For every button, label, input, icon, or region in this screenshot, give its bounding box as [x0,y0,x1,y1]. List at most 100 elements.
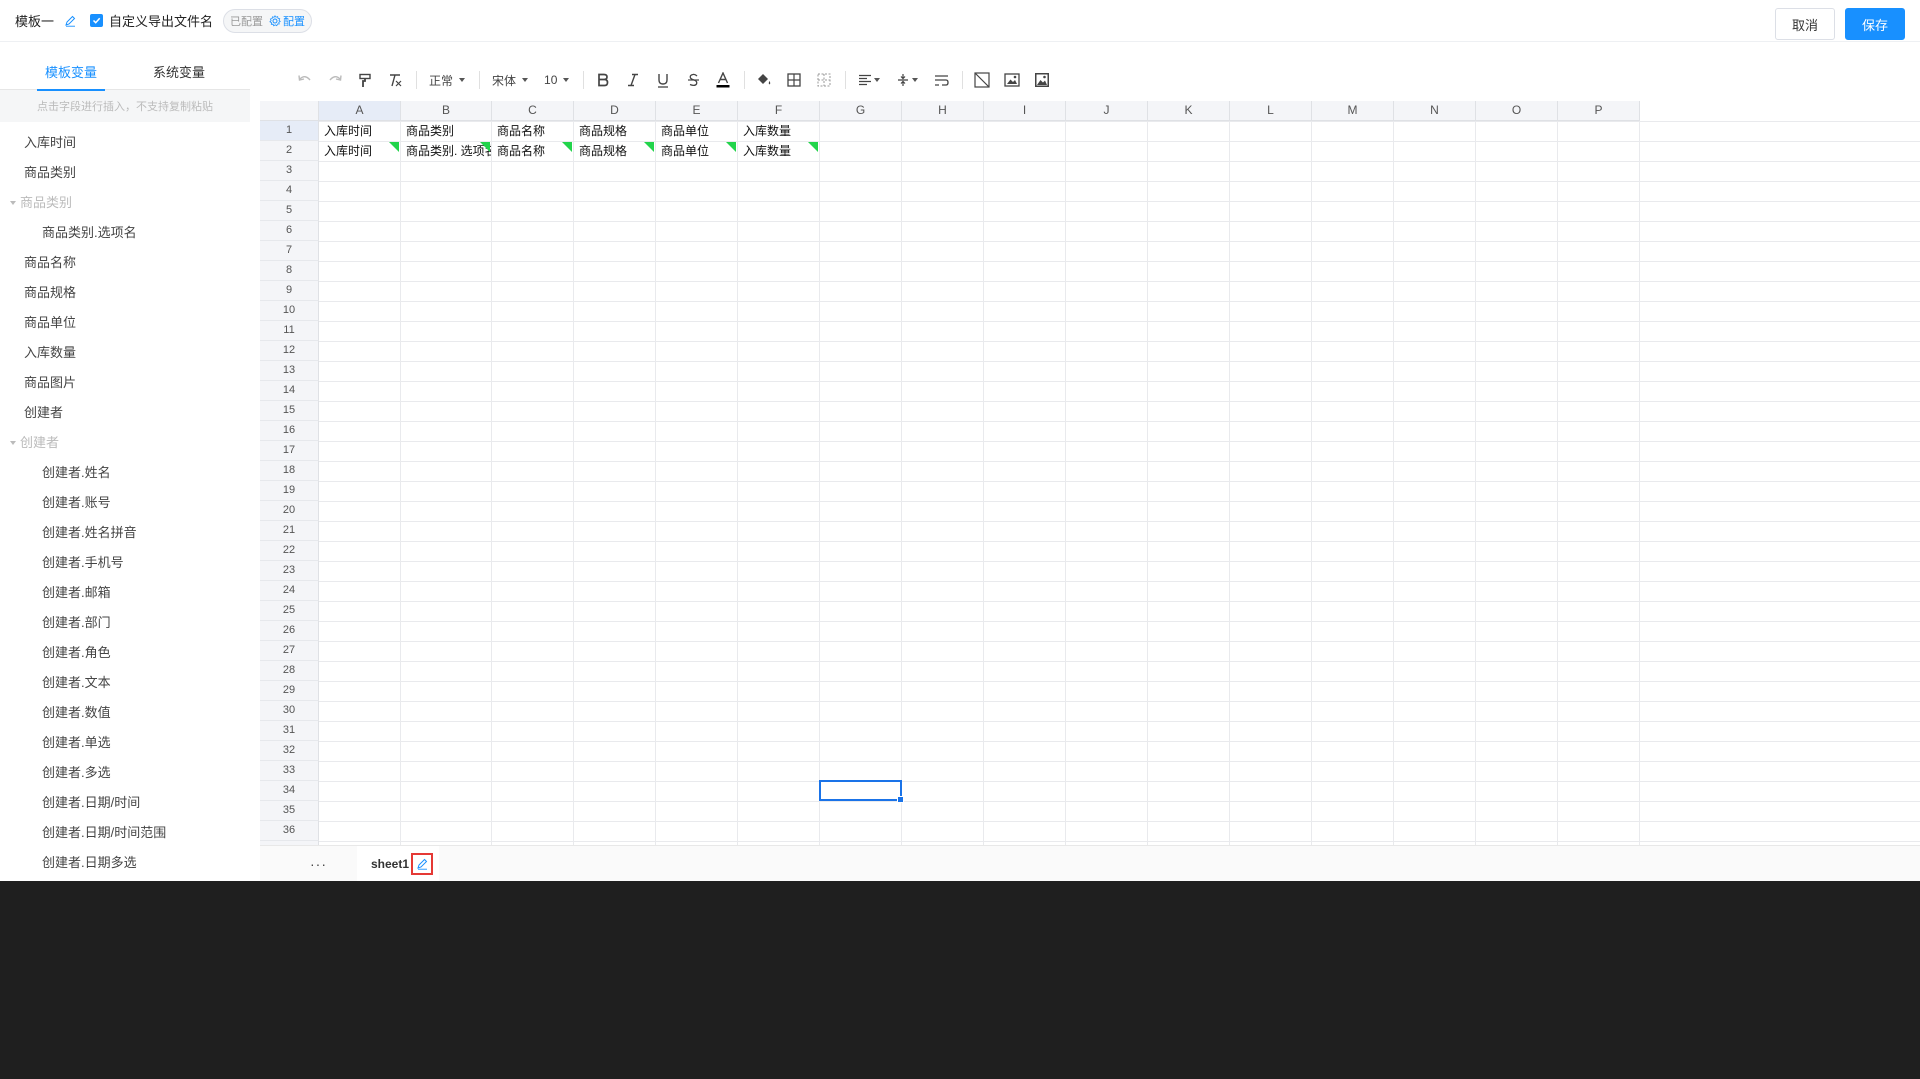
cell-grid[interactable] [319,121,1920,861]
config-button[interactable]: 配置 [269,13,305,29]
active-cell-selection[interactable] [819,780,904,803]
row-header[interactable]: 17 [260,441,319,461]
variable-item[interactable]: 创建者.账号 [0,488,250,518]
variable-item[interactable]: 创建者 [0,398,250,428]
undo-icon[interactable] [294,68,316,92]
row-header[interactable]: 4 [260,181,319,201]
row-header[interactable]: 6 [260,221,319,241]
row-header[interactable]: 15 [260,401,319,421]
column-header[interactable]: F [738,101,820,121]
variable-item[interactable]: 创建者.姓名拼音 [0,518,250,548]
text-style-select[interactable]: 正常 [425,68,469,92]
row-header[interactable]: 24 [260,581,319,601]
cell[interactable]: 入库数量 [738,121,819,141]
row-header[interactable]: 3 [260,161,319,181]
row-header[interactable]: 32 [260,741,319,761]
column-header[interactable]: A [319,101,401,121]
strikethrough-icon[interactable] [682,68,704,92]
row-header[interactable]: 18 [260,461,319,481]
variable-item[interactable]: 入库数量 [0,338,250,368]
row-header[interactable]: 21 [260,521,319,541]
bold-icon[interactable] [592,68,614,92]
row-header[interactable]: 10 [260,301,319,321]
font-size-select[interactable]: 10 [540,68,573,92]
font-family-select[interactable]: 宋体 [488,68,532,92]
variable-item[interactable]: 创建者.数值 [0,698,250,728]
row-header[interactable]: 35 [260,801,319,821]
column-header[interactable]: N [1394,101,1476,121]
fill-color-icon[interactable] [753,68,775,92]
row-header[interactable]: 2 [260,141,319,161]
column-header[interactable]: J [1066,101,1148,121]
cell[interactable]: 商品名称 [492,121,573,141]
tab-template-variables[interactable]: 模板变量 [36,58,106,91]
row-header[interactable]: 31 [260,721,319,741]
variable-item[interactable]: 入库时间 [0,128,250,158]
row-header[interactable]: 33 [260,761,319,781]
column-header[interactable]: L [1230,101,1312,121]
variable-item[interactable]: 商品规格 [0,278,250,308]
more-sheets-button[interactable]: ··· [310,856,327,872]
row-header[interactable]: 30 [260,701,319,721]
row-header[interactable]: 28 [260,661,319,681]
clear-format-icon[interactable] [384,68,406,92]
align-vertical-icon[interactable] [892,68,922,92]
cell[interactable]: 商品类别 [401,121,491,141]
column-header[interactable]: H [902,101,984,121]
cell[interactable]: 商品单位 [656,141,737,161]
cell[interactable]: 入库数量 [738,141,819,161]
cell[interactable]: 商品单位 [656,121,737,141]
cell[interactable]: 商品规格 [574,141,655,161]
row-header[interactable]: 5 [260,201,319,221]
variable-item[interactable]: 创建者.日期多选 [0,848,250,878]
wrap-text-icon[interactable] [930,68,952,92]
cell[interactable]: 商品名称 [492,141,573,161]
spreadsheet-grid[interactable]: A B C D E F G H I J K L M N O P 1 2 3 4 5 6 7 8 9 10 11 12 13 14 15 16 1… [260,101,1920,861]
column-header[interactable]: I [984,101,1066,121]
column-header[interactable]: D [574,101,656,121]
select-all-corner[interactable] [260,101,319,121]
variable-item[interactable]: 商品类别 [0,158,250,188]
diagonal-line-icon[interactable] [971,68,993,92]
column-header[interactable]: M [1312,101,1394,121]
row-header[interactable]: 13 [260,361,319,381]
underline-icon[interactable] [652,68,674,92]
row-header[interactable]: 14 [260,381,319,401]
variable-item[interactable]: 创建者.单选 [0,728,250,758]
column-header[interactable]: C [492,101,574,121]
variable-item[interactable]: 创建者.手机号 [0,548,250,578]
custom-filename-label[interactable]: 自定义导出文件名 [109,11,213,30]
cell[interactable]: 入库时间 [319,121,400,141]
variable-item[interactable]: 商品类别.选项名 [0,218,250,248]
redo-icon[interactable] [324,68,346,92]
tab-system-variables[interactable]: 系统变量 [145,58,213,90]
custom-filename-checkbox[interactable] [90,14,104,27]
italic-icon[interactable] [622,68,644,92]
font-color-icon[interactable] [712,68,734,92]
row-header[interactable]: 12 [260,341,319,361]
column-header[interactable]: G [820,101,902,121]
edit-template-name-icon[interactable] [64,15,76,27]
row-header[interactable]: 1 [260,121,319,141]
variable-item[interactable]: 创建者.日期/时间 [0,788,250,818]
row-header[interactable]: 23 [260,561,319,581]
variable-item[interactable]: 创建者.文本 [0,668,250,698]
align-horizontal-icon[interactable] [854,68,884,92]
row-header[interactable]: 8 [260,261,319,281]
sheet-tab[interactable]: sheet1 [357,845,440,881]
row-header[interactable]: 11 [260,321,319,341]
edit-sheet-name-icon[interactable] [411,852,434,875]
variable-item[interactable]: 创建者.邮箱 [0,578,250,608]
column-header[interactable]: E [656,101,738,121]
row-header[interactable]: 20 [260,501,319,521]
row-header[interactable]: 29 [260,681,319,701]
variable-item[interactable]: 创建者.姓名 [0,458,250,488]
variable-group[interactable]: 创建者 [0,428,250,458]
cell[interactable]: 入库时间 [319,141,400,161]
row-header[interactable]: 9 [260,281,319,301]
save-button[interactable]: 保存 [1845,8,1905,40]
merge-cells-icon[interactable] [813,68,835,92]
row-header[interactable]: 7 [260,241,319,261]
row-header[interactable]: 19 [260,481,319,501]
column-header[interactable]: P [1558,101,1640,121]
